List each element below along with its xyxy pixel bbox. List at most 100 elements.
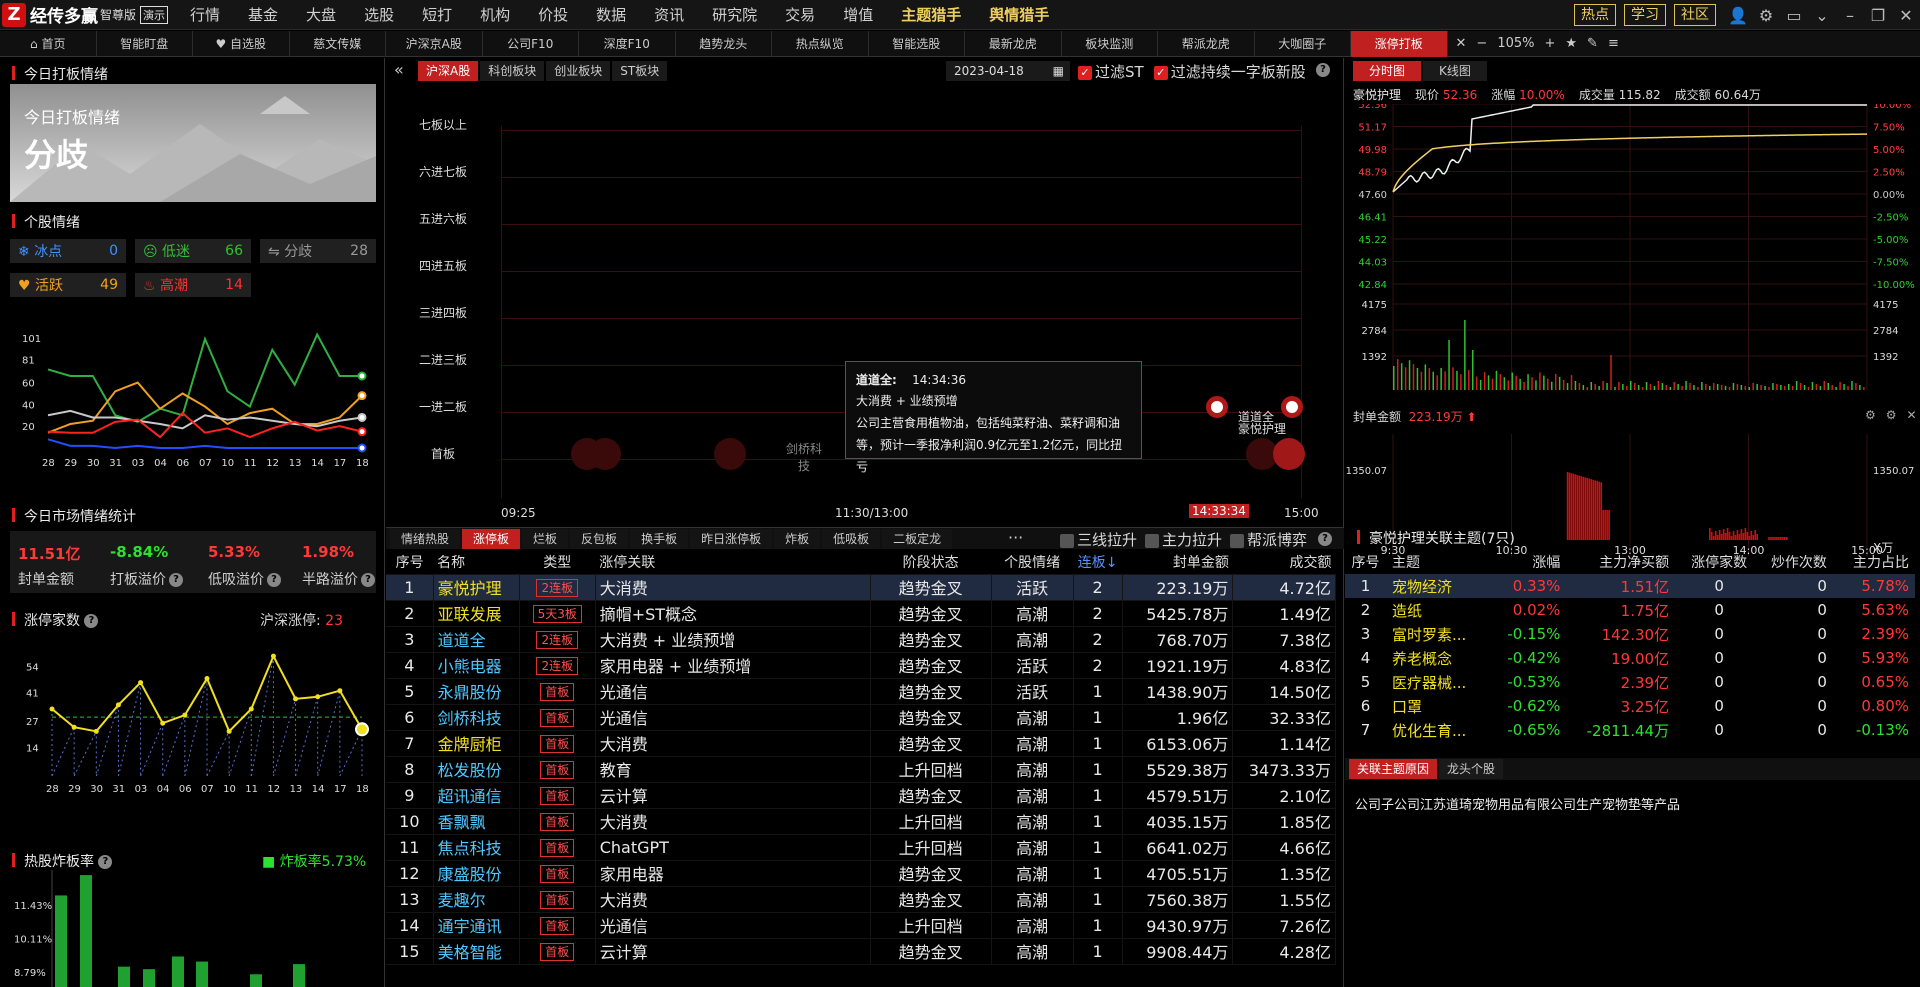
page-tab[interactable]: ♥ 自选股 bbox=[193, 31, 290, 57]
list-tab[interactable]: 炸板 bbox=[774, 529, 821, 549]
chart-tab[interactable]: 分时图 bbox=[1353, 61, 1422, 81]
top-button[interactable]: 学习 bbox=[1624, 4, 1666, 26]
nav-item[interactable]: 舆情猎手 bbox=[975, 0, 1063, 30]
close-tab-icon[interactable]: ✕ bbox=[1456, 36, 1467, 51]
market-tab[interactable]: 科创板块 bbox=[480, 61, 545, 81]
related-header[interactable]: 炒作次数 bbox=[1763, 550, 1833, 574]
related-header[interactable]: 主题 bbox=[1386, 550, 1499, 574]
nav-item[interactable]: 大盘 bbox=[292, 0, 350, 30]
page-tab[interactable]: 公司F10 bbox=[483, 31, 579, 57]
page-tab[interactable]: ⌂ 首页 bbox=[0, 31, 97, 57]
help-icon[interactable]: ? bbox=[361, 573, 375, 587]
restore-icon[interactable]: ❐ bbox=[1864, 6, 1892, 25]
page-tab[interactable]: 最新龙虎 bbox=[965, 31, 1062, 57]
page-tab[interactable]: 慈文传媒 bbox=[290, 31, 386, 57]
table-header[interactable]: 封单金额 bbox=[1122, 550, 1233, 575]
table-row[interactable]: 14 通宇通讯 首板 光通信 上升回档 高潮 1 9430.97万 7.26亿 bbox=[386, 912, 1336, 939]
table-row[interactable]: 4 小熊电器 2连板 家用电器 + 业绩预增 趋势金叉 活跃 2 1921.19万 4.83亿 bbox=[386, 652, 1336, 679]
limitup-bubble[interactable] bbox=[714, 438, 746, 470]
star-icon[interactable]: ★ bbox=[1565, 36, 1577, 51]
gear-icon[interactable]: ⚙ bbox=[1865, 408, 1876, 422]
market-tab[interactable]: 创业板块 bbox=[546, 61, 611, 81]
chart-tab[interactable]: K线图 bbox=[1423, 61, 1487, 81]
table-header[interactable]: 个股情绪 bbox=[991, 550, 1074, 575]
table-row[interactable]: 5 永鼎股份 首板 光通信 趋势金叉 活跃 1 1438.90万 14.50亿 bbox=[386, 678, 1336, 705]
page-tab[interactable]: 板块监测 bbox=[1062, 31, 1158, 57]
help-icon[interactable]: ? bbox=[1318, 532, 1332, 546]
related-header[interactable]: 涨幅 bbox=[1499, 550, 1567, 574]
table-header[interactable]: 序号 bbox=[386, 550, 434, 575]
nav-item[interactable]: 交易 bbox=[771, 0, 829, 30]
page-tab[interactable]: 热点纵览 bbox=[772, 31, 869, 57]
table-header[interactable]: 类型 bbox=[519, 550, 596, 575]
pin-icon[interactable]: ✎ bbox=[1587, 36, 1598, 51]
filter-checkbox[interactable]: ✓ 过滤ST bbox=[1078, 61, 1144, 82]
table-header[interactable]: 成交额 bbox=[1232, 550, 1336, 575]
page-tab[interactable]: 沪深京A股 bbox=[386, 31, 483, 57]
reason-tab[interactable]: 龙头个股 bbox=[1439, 759, 1504, 779]
table-row[interactable]: 1 豪悦护理 2连板 大消费 趋势金叉 活跃 2 223.19万 4.72亿 bbox=[386, 574, 1336, 601]
limitup-bubble-highlight[interactable] bbox=[1273, 438, 1305, 470]
page-tab[interactable]: 深度F10 bbox=[579, 31, 676, 57]
window-layout-icon[interactable]: ▭ bbox=[1780, 6, 1808, 25]
table-row[interactable]: 7 金牌厨柜 首板 大消费 趋势金叉 高潮 1 6153.06万 1.14亿 bbox=[386, 730, 1336, 757]
nav-item[interactable]: 基金 bbox=[234, 0, 292, 30]
user-icon[interactable]: 👤 bbox=[1724, 6, 1752, 25]
related-row[interactable]: 6 口罩 -0.62% 3.25亿 0 0 0.80% bbox=[1345, 694, 1915, 718]
table-row[interactable]: 12 康盛股份 首板 家用电器 趋势金叉 高潮 1 4705.51万 1.35亿 bbox=[386, 860, 1336, 887]
nav-item[interactable]: 机构 bbox=[466, 0, 524, 30]
related-row[interactable]: 1 宠物经济 0.33% 1.51亿 0 0 5.78% bbox=[1345, 574, 1915, 598]
list-tab[interactable]: 低吸板 bbox=[822, 529, 881, 549]
nav-item[interactable]: 主题猎手 bbox=[887, 0, 975, 30]
zoom-out-icon[interactable]: − bbox=[1476, 36, 1487, 51]
nav-item[interactable]: 增值 bbox=[829, 0, 887, 30]
settings-icon[interactable]: ⚙ bbox=[1886, 408, 1897, 422]
mood-item[interactable]: ♥ 活跃 49 bbox=[10, 273, 126, 297]
list-tab[interactable]: 涨停板 bbox=[462, 529, 521, 549]
minimize-icon[interactable]: – bbox=[1836, 6, 1864, 25]
table-row[interactable]: 6 剑桥科技 首板 光通信 趋势金叉 高潮 1 1.96亿 32.33亿 bbox=[386, 704, 1336, 731]
page-tab[interactable]: 帮派龙虎 bbox=[1158, 31, 1255, 57]
zoom-in-icon[interactable]: + bbox=[1544, 36, 1555, 51]
limitup-bubble[interactable] bbox=[589, 438, 621, 470]
market-tab[interactable]: ST板块 bbox=[612, 61, 668, 81]
related-row[interactable]: 3 富时罗素... -0.15% 142.30亿 0 0 2.39% bbox=[1345, 622, 1915, 646]
table-row[interactable]: 13 麦趣尔 首板 大消费 趋势金叉 高潮 1 7560.38万 1.55亿 bbox=[386, 886, 1336, 913]
mood-item[interactable]: ♨ 高潮 14 bbox=[135, 273, 251, 297]
related-header[interactable]: 涨停家数 bbox=[1675, 550, 1763, 574]
lianban-bubble[interactable] bbox=[1281, 396, 1303, 418]
table-row[interactable]: 8 松发股份 首板 教育 上升回档 高潮 1 5529.38万 3473.33万 bbox=[386, 756, 1336, 783]
help-icon[interactable]: ? bbox=[98, 855, 113, 869]
gear-icon[interactable]: ⚙ bbox=[1752, 6, 1780, 25]
related-row[interactable]: 2 造纸 0.02% 1.75亿 0 0 5.63% bbox=[1345, 598, 1915, 622]
lianban-bubble[interactable] bbox=[1206, 396, 1228, 418]
chevron-down-icon[interactable]: ⌄ bbox=[1808, 6, 1836, 25]
list-filter-checkbox[interactable]: 帮派博弈 bbox=[1230, 529, 1307, 550]
table-row[interactable]: 15 美格智能 首板 云计算 趋势金叉 高潮 1 9908.44万 4.28亿 bbox=[386, 938, 1336, 965]
related-header[interactable]: 序号 bbox=[1345, 550, 1386, 574]
table-row[interactable]: 9 超讯通信 首板 云计算 趋势金叉 高潮 1 4579.51万 2.10亿 bbox=[386, 782, 1336, 809]
nav-item[interactable]: 短打 bbox=[408, 0, 466, 30]
list-filter-checkbox[interactable]: 三线拉升 bbox=[1060, 529, 1137, 550]
nav-item[interactable]: 资讯 bbox=[640, 0, 698, 30]
table-row[interactable]: 10 香飘飘 首板 大消费 上升回档 高潮 1 4035.15万 1.85亿 bbox=[386, 808, 1336, 835]
list-tab[interactable]: 昨日涨停板 bbox=[690, 529, 773, 549]
help-icon[interactable]: ? bbox=[84, 614, 99, 628]
table-header[interactable]: 涨停关联 bbox=[595, 550, 871, 575]
table-header[interactable]: 名称 bbox=[433, 550, 520, 575]
list-tab[interactable]: 反包板 bbox=[570, 529, 629, 549]
page-tab[interactable]: 智能选股 bbox=[869, 31, 965, 57]
mood-item[interactable]: ☹ 低迷 66 bbox=[135, 239, 251, 263]
related-row[interactable]: 5 医疗器械... -0.53% 2.39亿 0 0 0.65% bbox=[1345, 670, 1915, 694]
menu-icon[interactable]: ≡ bbox=[1608, 36, 1619, 51]
related-row[interactable]: 7 优化生育... -0.65% -2811.44万 0 0 -0.13% bbox=[1345, 718, 1915, 742]
page-tab[interactable]: 大咖圈子 bbox=[1255, 31, 1351, 57]
mood-item[interactable]: ⇋ 分歧 28 bbox=[260, 239, 376, 263]
filter-checkbox[interactable]: ✓ 过滤持续一字板新股 bbox=[1153, 61, 1306, 82]
list-filter-checkbox[interactable]: 主力拉升 bbox=[1145, 529, 1222, 550]
table-header[interactable]: 连板↓ bbox=[1073, 550, 1123, 575]
collapse-left-icon[interactable]: « bbox=[394, 60, 404, 79]
table-header[interactable]: 阶段状态 bbox=[870, 550, 992, 575]
reason-tab[interactable]: 关联主题原因 bbox=[1349, 759, 1438, 779]
market-tab[interactable]: 沪深A股 bbox=[418, 61, 479, 81]
